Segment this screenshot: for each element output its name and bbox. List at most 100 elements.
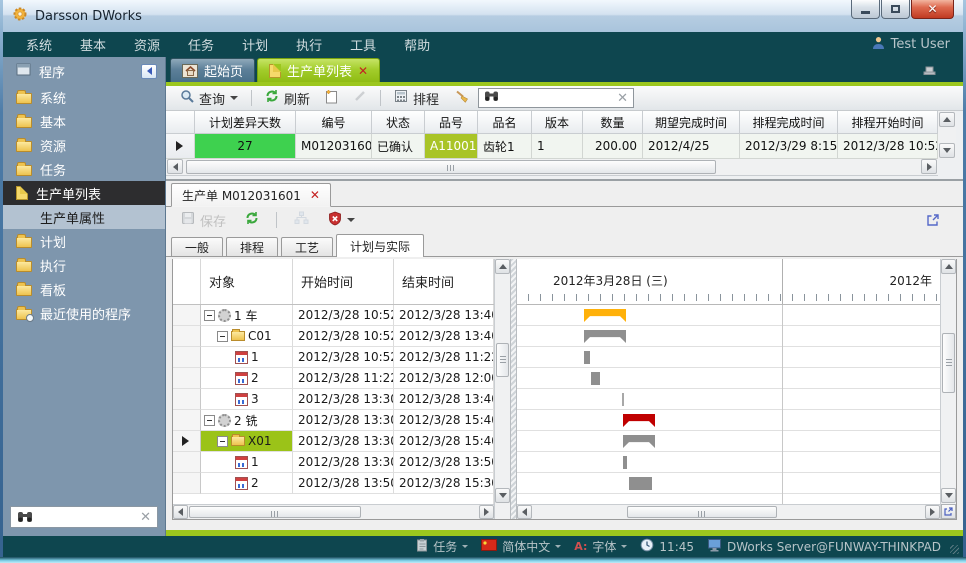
tree-row[interactable]: 2 铣 2012/3/28 13:30 2012/3/28 15:40 (173, 410, 494, 431)
block-button[interactable] (322, 209, 361, 232)
clear-filter-icon[interactable]: ✕ (617, 92, 628, 105)
pin-icon[interactable] (922, 63, 937, 82)
gantt-bar[interactable] (584, 330, 626, 343)
sidebar-collapse-button[interactable] (141, 64, 157, 79)
hscroll-thumb[interactable] (189, 506, 361, 518)
col-header-sched-start[interactable]: 排程开始时间 (838, 111, 938, 134)
collapse-expander-icon[interactable] (204, 310, 215, 321)
col-header-sched-finish[interactable]: 排程完成时间 (740, 111, 838, 134)
new-button[interactable] (319, 87, 344, 110)
detail-doc-tab[interactable]: 生产单 M012031601 ✕ (171, 183, 331, 207)
sidebar-item-order-props[interactable]: 生产单属性 (3, 205, 165, 229)
schedule-button[interactable]: 排程 (388, 87, 445, 110)
tree-row[interactable]: 1 2012/3/28 10:52 2012/3/28 11:22 (173, 347, 494, 368)
grid-row[interactable]: 27 M012031601 已确认 A11001 齿轮1 1 200.00 20… (166, 134, 963, 159)
gantt-bar[interactable] (584, 351, 590, 364)
scroll-up-button[interactable] (941, 259, 956, 274)
col-header-expect-finish[interactable]: 期望完成时间 (643, 111, 740, 134)
menu-tools[interactable]: 工具 (336, 35, 390, 54)
col-header-item-no[interactable]: 品号 (425, 111, 478, 134)
scroll-down-button[interactable] (495, 488, 510, 503)
sidebar-item-basic[interactable]: 基本 (3, 109, 165, 133)
edit-button[interactable] (347, 87, 373, 109)
scroll-left-button[interactable] (173, 505, 188, 519)
vscroll-thumb[interactable] (496, 343, 509, 377)
sidebar-item-recent[interactable]: 最近使用的程序 (3, 301, 165, 325)
scroll-up-button[interactable] (939, 112, 955, 127)
col-header-qty[interactable]: 数量 (583, 111, 643, 134)
sidebar-item-plan[interactable]: 计划 (3, 229, 165, 253)
query-button[interactable]: 查询 (174, 87, 244, 110)
minimize-button[interactable] (851, 0, 880, 19)
scroll-down-button[interactable] (941, 488, 956, 503)
gantt-bar[interactable] (584, 309, 626, 322)
gantt-popout-button[interactable] (941, 504, 956, 519)
gantt-bar[interactable] (623, 456, 627, 469)
vscroll-thumb[interactable] (942, 333, 955, 393)
sidebar-item-system[interactable]: 系统 (3, 85, 165, 109)
scroll-right-button[interactable] (479, 505, 494, 519)
scroll-left-button[interactable] (517, 505, 532, 519)
gantt-bar[interactable] (622, 393, 624, 406)
sidebar-search-input[interactable] (39, 510, 134, 524)
col-header-item-name[interactable]: 品名 (478, 111, 532, 134)
grid-hscrollbar[interactable] (166, 159, 938, 176)
gantt-bar[interactable] (629, 477, 652, 490)
resize-grip[interactable] (950, 545, 959, 554)
tree-vscrollbar[interactable] (494, 259, 510, 519)
tree-col-start[interactable]: 开始时间 (293, 259, 394, 304)
subtab-general[interactable]: 一般 (171, 237, 223, 257)
tree-row[interactable]: 2 2012/3/28 11:22 2012/3/28 12:00 (173, 368, 494, 389)
menu-system[interactable]: 系统 (12, 35, 66, 54)
grid-vscrollbar[interactable] (938, 111, 956, 159)
gantt-vscrollbar[interactable] (940, 259, 956, 519)
status-task-menu[interactable]: 任务 (416, 538, 468, 555)
clean-button[interactable] (448, 87, 475, 109)
restore-button[interactable] (881, 0, 910, 19)
gantt-bar[interactable] (591, 372, 600, 385)
status-language-menu[interactable]: 简体中文 (481, 538, 561, 555)
subtab-schedule[interactable]: 排程 (226, 237, 278, 257)
gantt-bar[interactable] (623, 414, 655, 427)
col-header-diff-days[interactable]: 计划差异天数 (195, 111, 296, 134)
collapse-expander-icon[interactable] (204, 415, 215, 426)
menu-basic[interactable]: 基本 (66, 35, 120, 54)
menu-execute[interactable]: 执行 (282, 35, 336, 54)
menu-help[interactable]: 帮助 (390, 35, 444, 54)
tree-row[interactable]: 1 车 2012/3/28 10:52 2012/3/28 13:40 (173, 305, 494, 326)
sidebar-item-task[interactable]: 任务 (3, 157, 165, 181)
sidebar-item-execute[interactable]: 执行 (3, 253, 165, 277)
col-header-code[interactable]: 编号 (296, 111, 372, 134)
gantt-bar[interactable] (623, 435, 655, 448)
gantt-hscrollbar[interactable] (517, 504, 940, 519)
clear-search-icon[interactable]: ✕ (140, 511, 151, 524)
tree-row[interactable]: C01 2012/3/28 10:52 2012/3/28 13:40 (173, 326, 494, 347)
sidebar-item-resource[interactable]: 资源 (3, 133, 165, 157)
tree-col-end[interactable]: 结束时间 (394, 259, 494, 304)
hscroll-thumb[interactable] (186, 160, 716, 174)
menu-plan[interactable]: 计划 (228, 35, 282, 54)
scroll-down-button[interactable] (939, 143, 955, 158)
subtab-process[interactable]: 工艺 (281, 237, 333, 257)
grid-filter-input[interactable] (504, 91, 612, 105)
subtab-plan-vs-actual[interactable]: 计划与实际 (336, 234, 424, 257)
scroll-up-button[interactable] (495, 259, 510, 274)
user-badge[interactable]: Test User (872, 36, 950, 54)
collapse-expander-icon[interactable] (217, 436, 228, 447)
menu-task[interactable]: 任务 (174, 35, 228, 54)
scroll-right-button[interactable] (921, 159, 937, 174)
tree-row[interactable]: 2 2012/3/28 13:50 2012/3/28 15:30 (173, 473, 494, 494)
tree-row-selected[interactable]: X01 2012/3/28 13:30 2012/3/28 15:40 (173, 431, 494, 452)
tree-col-object[interactable]: 对象 (201, 259, 293, 304)
tree-row[interactable]: 3 2012/3/28 13:30 2012/3/28 13:40 (173, 389, 494, 410)
tree-row[interactable]: 1 2012/3/28 13:30 2012/3/28 13:50 (173, 452, 494, 473)
collapse-expander-icon[interactable] (217, 331, 228, 342)
popout-icon[interactable] (925, 212, 941, 232)
tree-hscrollbar[interactable] (173, 504, 494, 519)
status-font-menu[interactable]: A: 字体 (574, 538, 627, 555)
close-button[interactable]: ✕ (911, 0, 954, 19)
tab-home[interactable]: 起始页 (170, 58, 255, 82)
tab-order-list[interactable]: 生产单列表 ✕ (257, 58, 380, 82)
refresh-button[interactable]: 刷新 (259, 87, 316, 110)
hierarchy-button[interactable] (288, 209, 315, 231)
